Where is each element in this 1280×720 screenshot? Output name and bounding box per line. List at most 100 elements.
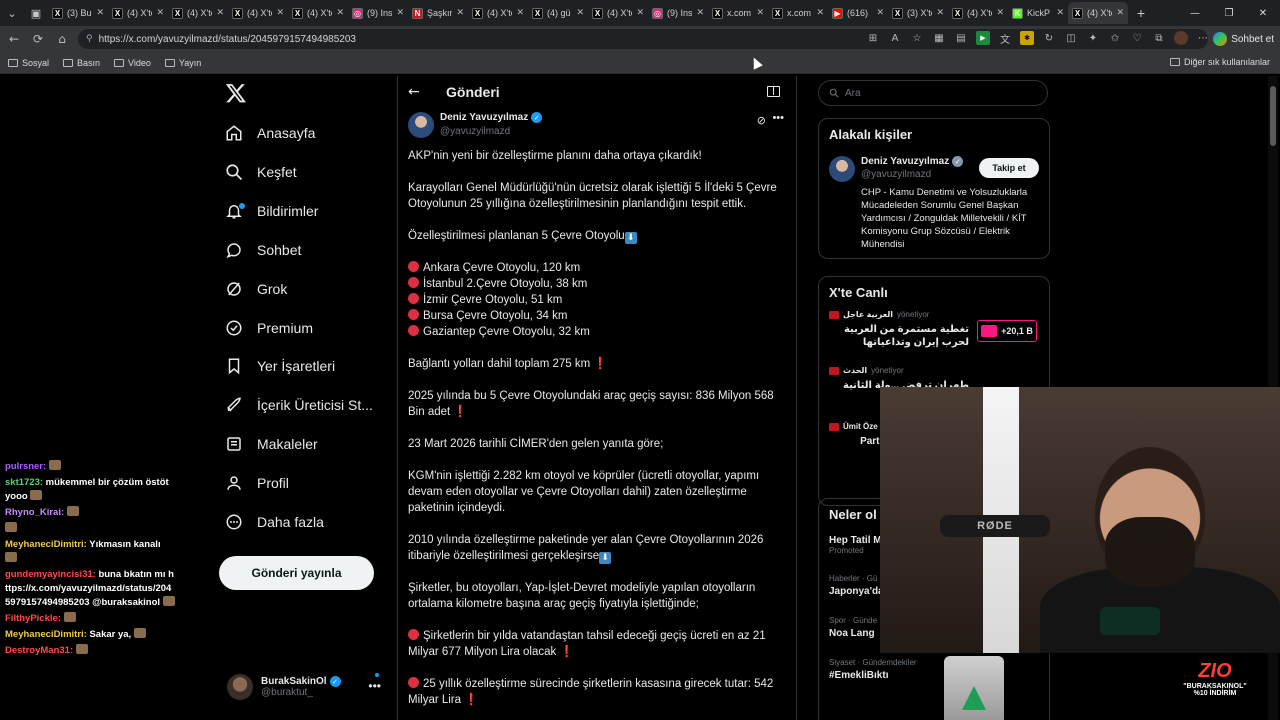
bookmark-folder[interactable]: Basın — [63, 58, 100, 68]
split-screen-icon[interactable]: ◫ — [1064, 31, 1078, 45]
maximize-icon[interactable]: ❐ — [1212, 0, 1246, 26]
bookmark-folder[interactable]: Yayın — [164, 58, 201, 68]
close-tab-icon[interactable]: ✕ — [936, 8, 944, 18]
close-tab-icon[interactable]: ✕ — [96, 8, 104, 18]
browser-tab[interactable]: ▶ (616) ✕ — [828, 2, 888, 24]
chat-username[interactable]: skt1723: — [5, 477, 43, 488]
scroll-thumb[interactable] — [1270, 86, 1276, 146]
new-tab-button[interactable]: + — [1128, 5, 1154, 21]
browser-tab[interactable]: X (3) Bu ✕ — [48, 2, 108, 24]
chat-username[interactable]: MeyhaneciDimitri: — [5, 629, 87, 640]
other-bookmarks-folder[interactable]: Diğer sık kullanılanlar — [1169, 57, 1270, 67]
favorite-star-icon[interactable]: ☆ — [910, 31, 924, 45]
extensions-puzzle-icon[interactable]: ✦ — [1086, 31, 1100, 45]
chat-username[interactable]: DestroyMan31: — [5, 645, 73, 656]
nav-item-search[interactable]: Keşfet — [225, 158, 297, 186]
nav-item-bell[interactable]: Bildirimler — [225, 197, 318, 225]
close-tab-icon[interactable]: ✕ — [276, 8, 284, 18]
collections-icon[interactable]: ⧉ — [1152, 31, 1166, 45]
chat-username[interactable]: FilthyPickle: — [5, 613, 61, 624]
browser-essentials-icon[interactable]: ♡ — [1130, 31, 1144, 45]
chat-username[interactable]: Rhyno_Kirai: — [5, 507, 64, 518]
more-options-icon[interactable]: ••• — [368, 679, 381, 693]
nav-item-rocket[interactable]: İçerik Üreticisi St... — [225, 391, 373, 419]
related-name-row[interactable]: Deniz Yavuzyılmaz ✓ — [861, 156, 964, 167]
search-input[interactable]: Ara — [818, 80, 1048, 106]
close-tab-icon[interactable]: ✕ — [816, 8, 824, 18]
read-aloud-icon[interactable]: A — [888, 31, 902, 45]
browser-tab[interactable]: X (4) X'te ✕ — [468, 2, 528, 24]
extension-yellow-icon[interactable]: ✱ — [1020, 31, 1034, 45]
close-tab-icon[interactable]: ✕ — [1056, 8, 1064, 18]
close-tab-icon[interactable]: ✕ — [996, 8, 1004, 18]
tab-menu-icon[interactable]: ⌄ — [0, 0, 24, 26]
avatar[interactable] — [829, 156, 855, 182]
close-tab-icon[interactable]: ✕ — [336, 8, 344, 18]
reload-icon[interactable]: ⟳ — [26, 32, 50, 46]
close-tab-icon[interactable]: ✕ — [876, 8, 884, 18]
nav-item-premium[interactable]: Premium — [225, 314, 313, 342]
browser-tab[interactable]: X (4) X'te ✕ — [588, 2, 648, 24]
favorites-icon[interactable]: ✩ — [1108, 31, 1122, 45]
chat-username[interactable]: MeyhaneciDimitri: — [5, 539, 87, 550]
back-icon[interactable]: ← — [2, 32, 26, 46]
nav-item-profile[interactable]: Profil — [225, 469, 289, 497]
chat-username[interactable]: pulrsner: — [5, 461, 46, 472]
minimize-icon[interactable]: — — [1178, 0, 1212, 26]
close-tab-icon[interactable]: ✕ — [156, 8, 164, 18]
translate-icon[interactable]: 文 — [998, 31, 1012, 46]
extension-icon[interactable]: ▤ — [954, 31, 968, 45]
more-options-icon[interactable]: ••• — [772, 112, 784, 124]
nav-item-grok[interactable]: Grok — [225, 275, 287, 303]
grok-explain-icon[interactable]: ⊘ — [757, 114, 766, 127]
close-tab-icon[interactable]: ✕ — [636, 8, 644, 18]
avatar[interactable] — [408, 112, 434, 138]
profile-avatar[interactable] — [1174, 31, 1188, 45]
author-name-row[interactable]: Deniz Yavuzyılmaz ✓ — [440, 112, 543, 123]
extension-green-icon[interactable]: ▶ — [976, 31, 990, 45]
browser-tab[interactable]: X (4) gü ✕ — [528, 2, 588, 24]
extension-icon[interactable]: ▦ — [932, 31, 946, 45]
bookmark-folder[interactable]: Sosyal — [8, 58, 49, 68]
chat-username[interactable]: gundemyayincisi31: — [5, 569, 96, 580]
post-button[interactable]: Gönderi yayınla — [219, 556, 374, 590]
follow-button[interactable]: Takip et — [979, 158, 1039, 178]
browser-tab[interactable]: X (4) X'te ✕ — [948, 2, 1008, 24]
browser-tab[interactable]: Xx.com ✕ — [768, 2, 828, 24]
close-tab-icon[interactable]: ✕ — [576, 8, 584, 18]
author-handle[interactable]: @yavuzyilmazd — [440, 126, 510, 137]
nav-item-chat[interactable]: Sohbet — [225, 236, 301, 264]
refresh-ext-icon[interactable]: ↻ — [1042, 31, 1056, 45]
workspaces-icon[interactable]: ▣ — [24, 0, 48, 26]
nav-item-home[interactable]: Anasayfa — [225, 119, 315, 147]
settings-more-icon[interactable]: ⋯ — [1196, 31, 1210, 45]
close-window-icon[interactable]: ✕ — [1246, 0, 1280, 26]
related-person[interactable]: Deniz Yavuzyılmaz ✓ @yavuzyilmazd Takip e… — [819, 148, 1049, 258]
close-tab-icon[interactable]: ✕ — [216, 8, 224, 18]
close-tab-icon[interactable]: ✕ — [396, 8, 404, 18]
bookmark-folder[interactable]: Video — [114, 58, 151, 68]
close-tab-icon[interactable]: ✕ — [516, 8, 524, 18]
account-switcher[interactable]: BurakSakinOl ✓ @buraktut_ ••• — [227, 670, 387, 704]
nav-item-more-circle[interactable]: Daha fazla — [225, 508, 324, 536]
nav-item-bookmark[interactable]: Yer İşaretleri — [225, 352, 335, 380]
browser-tab[interactable]: X (4) X'te ✕ — [1068, 2, 1128, 24]
browser-tab[interactable]: ◎ (9) Ins ✕ — [348, 2, 408, 24]
browser-tab[interactable]: X (4) X'te ✕ — [288, 2, 348, 24]
x-logo-icon[interactable] — [225, 82, 247, 104]
home-browser-icon[interactable]: ⌂ — [50, 32, 74, 46]
browser-tab[interactable]: X (4) X'te ✕ — [228, 2, 288, 24]
browser-tab[interactable]: X (3) X'te ✕ — [888, 2, 948, 24]
close-tab-icon[interactable]: ✕ — [756, 8, 764, 18]
nav-item-article[interactable]: Makaleler — [225, 430, 318, 458]
browser-tab[interactable]: ◎ (9) Ins ✕ — [648, 2, 708, 24]
site-info-icon[interactable]: ⚲ — [86, 34, 93, 44]
apps-icon[interactable]: ⊞ — [866, 31, 880, 45]
live-item[interactable]: العربية عاجل yönetiyor تغطية مستمرة من الع… — [819, 306, 1049, 362]
reader-view-icon[interactable] — [767, 86, 780, 97]
browser-tab[interactable]: X (4) X'te ✕ — [108, 2, 168, 24]
browser-tab[interactable]: Xx.com ✕ — [708, 2, 768, 24]
close-tab-icon[interactable]: ✕ — [696, 8, 704, 18]
close-tab-icon[interactable]: ✕ — [456, 8, 464, 18]
browser-tab[interactable]: N Şaşkın ✕ — [408, 2, 468, 24]
